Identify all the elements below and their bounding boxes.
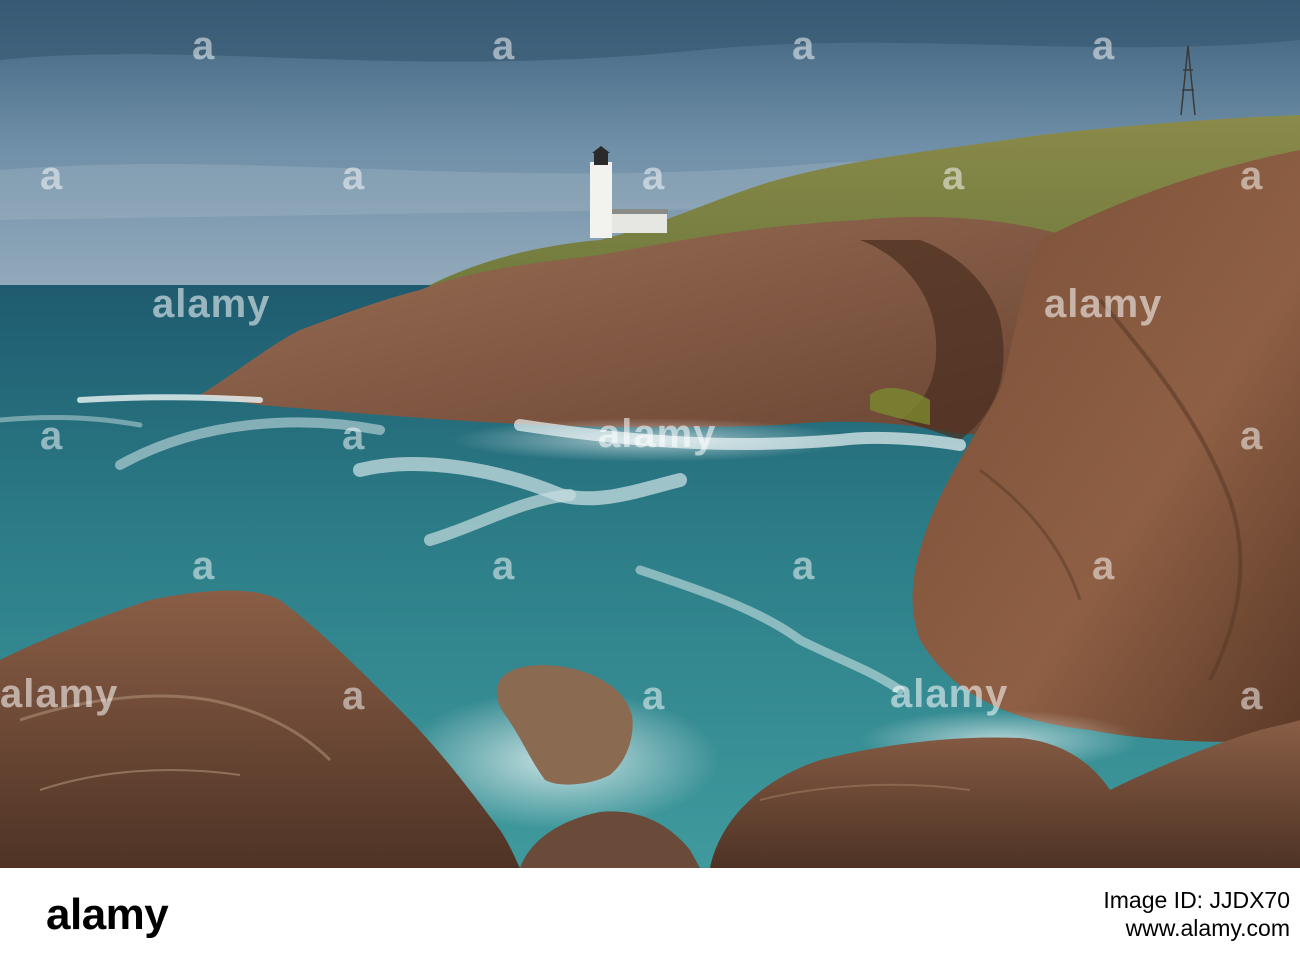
coastal-photo: alamy alamy alamy alamy alamy a a a a a … xyxy=(0,0,1300,868)
site-url: www.alamy.com xyxy=(1125,915,1290,941)
image-frame: alamy alamy alamy alamy alamy a a a a a … xyxy=(0,0,1300,956)
image-id: Image ID: JJDX70 xyxy=(1103,887,1290,913)
stock-info: Image ID: JJDX70 www.alamy.com xyxy=(850,886,1290,942)
alamy-logo: alamy xyxy=(46,890,169,939)
footer-bar: alamy Image ID: JJDX70 www.alamy.com xyxy=(0,868,1300,956)
